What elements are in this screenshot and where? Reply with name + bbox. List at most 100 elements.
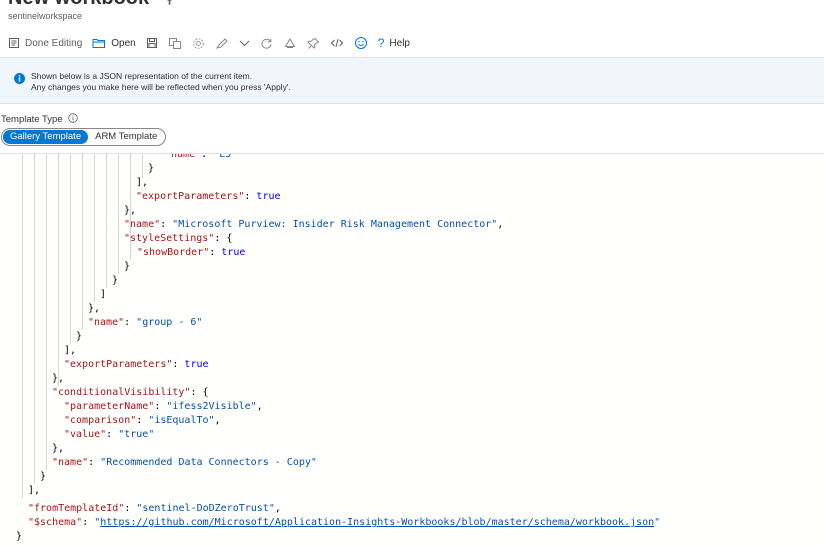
done-editing-label: Done Editing <box>25 37 83 49</box>
code-token: "isEqualTo" <box>148 415 215 426</box>
code-line: } <box>112 274 118 288</box>
indent-guide <box>58 154 59 386</box>
code-line: } <box>16 530 22 544</box>
folder-open-icon <box>92 37 106 49</box>
code-token: "showBorder" <box>137 247 210 258</box>
code-line: "parameterName": "ifess2Visible", <box>64 400 263 414</box>
code-token: "$schema" <box>28 517 83 528</box>
code-token: } <box>16 531 23 542</box>
save-button[interactable] <box>146 37 158 49</box>
code-token: : <box>82 517 95 528</box>
code-line: ], <box>64 344 76 358</box>
code-token: "sentinel-DoDZeroTrust" <box>136 503 275 514</box>
code-token: "name" <box>52 457 89 468</box>
code-token: "name" <box>165 153 202 160</box>
code-token: : { <box>190 387 209 398</box>
code-token: "group - 6" <box>136 317 203 328</box>
code-token: : <box>172 359 185 370</box>
pin-button[interactable] <box>307 37 320 50</box>
cloud-button[interactable] <box>283 37 297 50</box>
code-token: "Recommended Data Connectors - Copy" <box>100 457 317 468</box>
arm-template-option[interactable]: ARM Template <box>88 130 164 144</box>
indent-guide <box>70 154 71 344</box>
code-token[interactable]: https://github.com/Microsoft/Application… <box>100 517 654 528</box>
refresh-icon <box>260 37 273 50</box>
code-token: : <box>88 457 101 468</box>
pin-icon <box>307 37 320 50</box>
cloud-icon <box>283 37 297 50</box>
code-token: } <box>112 275 119 286</box>
code-token: : <box>209 247 222 258</box>
indent-guide <box>22 154 23 498</box>
code-token: } <box>124 261 131 272</box>
code-token: ], <box>136 177 149 188</box>
info-circle-icon[interactable] <box>67 113 78 126</box>
code-token: "conditionalVisibility" <box>52 387 191 398</box>
code-token: : <box>124 503 137 514</box>
code-line: "fromTemplateId": "sentinel-DoDZeroTrust… <box>28 502 281 516</box>
code-token: true <box>256 191 281 202</box>
open-button[interactable]: Open <box>92 37 136 49</box>
save-as-button[interactable] <box>168 37 182 49</box>
code-line: ], <box>28 484 40 498</box>
page-title: New workbook ⚲ <box>8 0 174 10</box>
code-token: "ifess2Visible" <box>166 401 257 412</box>
style-brush-button[interactable] <box>215 37 229 50</box>
toolbar: Done Editing Open ? Help <box>8 34 420 52</box>
indent-guide <box>130 154 131 260</box>
code-token: "E5" <box>213 153 238 160</box>
settings-button[interactable] <box>192 37 205 50</box>
indent-guide <box>118 154 119 274</box>
code-token: } <box>76 331 83 342</box>
indent-guide <box>82 154 83 330</box>
code-line: "$schema": "https://github.com/Microsoft… <box>28 516 660 530</box>
help-label: Help <box>389 37 410 49</box>
json-editor[interactable]: "name": "E5"}], "exportParameters": true}… <box>0 153 824 546</box>
code-line: } <box>40 470 46 484</box>
code-token: "fromTemplateId" <box>28 503 125 514</box>
code-line: ], <box>136 176 148 190</box>
code-token: "comparison" <box>64 415 137 426</box>
indent-guide <box>34 154 35 484</box>
advanced-editor-button[interactable] <box>330 37 344 49</box>
code-token: : <box>136 415 149 426</box>
code-token: : <box>154 401 167 412</box>
code-token: ], <box>28 485 41 496</box>
chevron-down-icon <box>239 39 250 47</box>
refresh-button[interactable] <box>260 37 273 50</box>
code-token: } <box>40 471 47 482</box>
feedback-button[interactable] <box>354 36 368 50</box>
template-type-text: Template Type <box>1 114 63 125</box>
gear-icon <box>192 37 205 50</box>
code-icon <box>330 37 344 49</box>
code-line: }, <box>52 442 64 456</box>
template-type-label: Template Type <box>1 113 78 126</box>
gallery-template-option[interactable]: Gallery Template <box>3 130 89 144</box>
code-line: } <box>148 162 154 176</box>
code-line: }, <box>88 302 100 316</box>
code-token: true <box>221 247 246 258</box>
code-token: "name" <box>88 317 125 328</box>
code-token: : <box>160 219 173 230</box>
info-icon <box>14 71 25 89</box>
code-token: }, <box>52 443 65 454</box>
indent-guide <box>46 154 47 470</box>
brush-icon <box>215 37 229 50</box>
code-token: true <box>184 359 209 370</box>
code-token: : <box>201 153 214 160</box>
open-label: Open <box>111 37 136 49</box>
code-line: "value": "true" <box>64 428 154 442</box>
done-editing-button[interactable]: Done Editing <box>8 37 82 49</box>
save-as-icon <box>168 37 182 49</box>
more-dropdown-button[interactable] <box>239 39 250 47</box>
code-line: "comparison": "isEqualTo", <box>64 414 221 428</box>
code-line: "styleSettings": { <box>124 232 232 246</box>
indent-guide <box>142 154 143 178</box>
code-token: } <box>148 163 155 174</box>
help-button[interactable]: ? Help <box>378 36 410 50</box>
code-token: , <box>214 415 221 426</box>
code-line: "name": "group - 6" <box>88 316 202 330</box>
pin-icon[interactable]: ⚲ <box>165 0 174 6</box>
save-icon <box>146 37 158 49</box>
code-token: ], <box>64 345 77 356</box>
